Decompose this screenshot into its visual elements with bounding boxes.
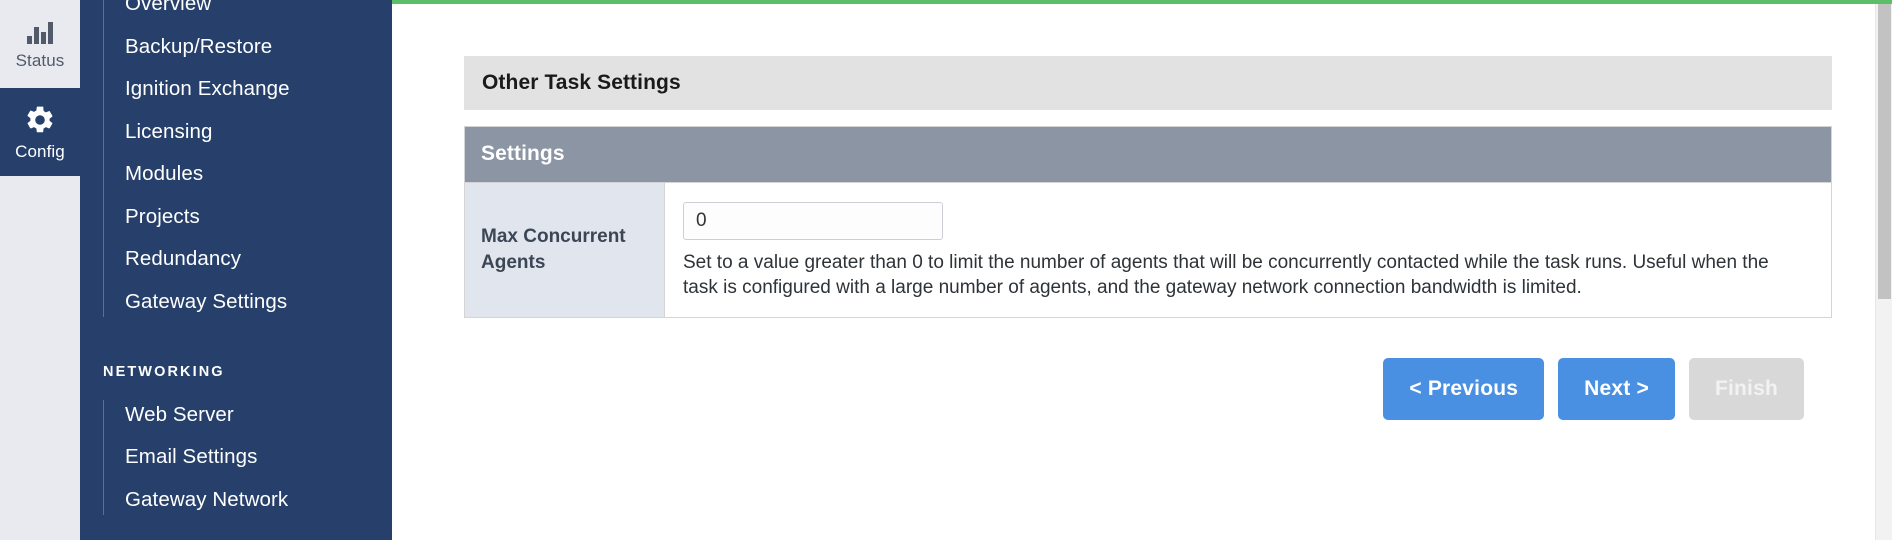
nav-group-networking: Web Server Email Settings Gateway Networ… [80,394,392,522]
max-concurrent-agents-input[interactable] [683,201,943,240]
rail-item-config-label: Config [15,142,65,161]
sidebar-item-backup-restore[interactable]: Backup/Restore [103,26,392,69]
rail-item-status-label: Status [15,51,65,70]
main-content: Other Task Settings Settings Max Concurr… [392,0,1892,540]
icon-rail: Status Config [0,0,80,540]
settings-card-header: Settings [465,127,1831,182]
sidebar-item-gateway-settings[interactable]: Gateway Settings [103,281,392,324]
previous-button[interactable]: < Previous [1383,358,1545,421]
gateway-config-page: Status Config Overview Backup/Restore Ig… [0,0,1892,540]
rail-item-config[interactable]: Config [0,88,80,176]
sidebar-item-modules[interactable]: Modules [103,153,392,196]
page-title: Other Task Settings [464,56,1832,111]
sidebar-item-licensing[interactable]: Licensing [103,111,392,154]
nav-section-networking: NETWORKING [103,364,225,380]
sidebar-item-projects[interactable]: Projects [103,196,392,239]
vertical-scrollbar[interactable] [1875,4,1892,540]
finish-button: Finish [1688,358,1804,421]
sidebar-item-ignition-exchange[interactable]: Ignition Exchange [103,68,392,111]
scrollbar-thumb[interactable] [1878,4,1891,299]
max-concurrent-agents-label: Max Concurrent Agents [481,226,626,273]
rail-filler [0,176,80,540]
sidebar-nav: Overview Backup/Restore Ignition Exchang… [80,0,392,540]
gear-icon [24,104,56,136]
sidebar-item-email-settings[interactable]: Email Settings [103,436,392,479]
sidebar-item-overview[interactable]: Overview [103,0,392,26]
sidebar-item-redundancy[interactable]: Redundancy [103,238,392,281]
bar-chart-icon [25,19,55,45]
nav-group-config: Overview Backup/Restore Ignition Exchang… [80,0,392,323]
next-button[interactable]: Next > [1558,358,1675,421]
rail-item-status[interactable]: Status [0,0,80,88]
settings-field-cell: Set to a value greater than 0 to limit t… [665,182,1831,318]
settings-row-max-concurrent-agents: Max Concurrent Agents Set to a value gre… [465,181,1831,318]
settings-label-cell: Max Concurrent Agents [465,182,665,318]
max-concurrent-agents-description: Set to a value greater than 0 to limit t… [683,251,1769,298]
wizard-button-row: < Previous Next > Finish [464,358,1832,421]
content-wrapper: Other Task Settings Settings Max Concurr… [392,4,1892,421]
settings-card: Settings Max Concurrent Agents Set to a … [464,126,1832,319]
sidebar-item-gateway-network[interactable]: Gateway Network [103,479,392,522]
sidebar-item-web-server[interactable]: Web Server [103,394,392,437]
